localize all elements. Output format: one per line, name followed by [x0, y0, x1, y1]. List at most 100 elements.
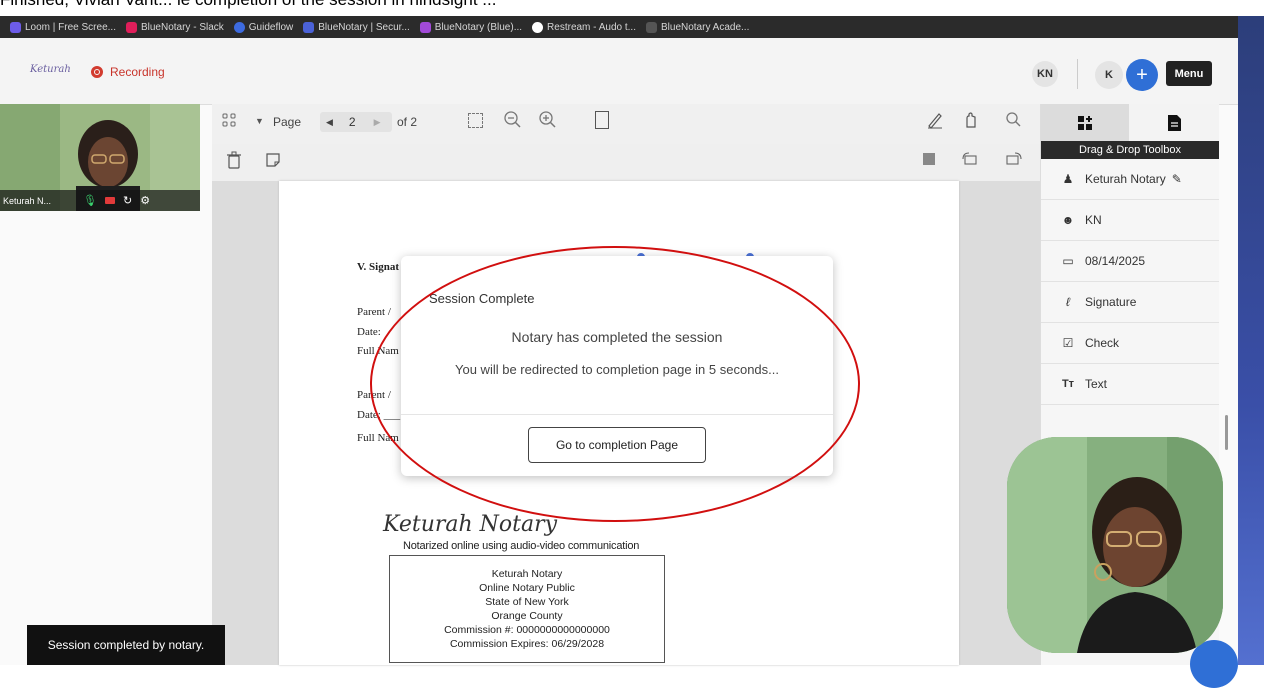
record-icon — [91, 66, 103, 78]
toolbox-item-initials[interactable]: ☻ KN — [1041, 200, 1219, 241]
checkbox-icon: ☑ — [1062, 336, 1074, 350]
recording-label: Recording — [110, 65, 165, 79]
select-area-icon[interactable] — [468, 113, 483, 128]
menu-button[interactable]: Menu — [1166, 61, 1212, 86]
bookmark-item[interactable]: Guideflow — [233, 21, 294, 33]
user-icon: ♟ — [1062, 172, 1074, 186]
bookmark-item[interactable]: BlueNotary Acade... — [645, 21, 750, 33]
self-view-image — [1007, 437, 1223, 653]
page-count: of 2 — [397, 115, 418, 129]
chat-button[interactable] — [1190, 640, 1238, 688]
bookmark-label: BlueNotary Acade... — [660, 21, 750, 33]
stamp-line: State of New York — [485, 596, 569, 608]
academy-icon — [645, 21, 657, 33]
self-view-video — [1007, 437, 1223, 653]
pdf-edit-toolbar — [212, 144, 1040, 182]
stamp-line: Online Notary Public — [479, 582, 575, 594]
calendar-icon: ▭ — [1062, 254, 1074, 268]
notary-stamp: Keturah Notary Online Notary Public Stat… — [389, 555, 665, 663]
pan-hand-icon[interactable] — [962, 111, 980, 129]
bookmark-item[interactable]: Restream - Audo t... — [532, 21, 636, 33]
participant-name: Keturah N... — [3, 195, 52, 206]
signature-icon: ℓ — [1066, 295, 1070, 309]
grid-plus-icon — [1078, 115, 1092, 130]
doc-line: Date: — [357, 326, 381, 338]
restream-icon — [532, 21, 544, 33]
text-icon: Tт — [1061, 378, 1075, 390]
camera-off-icon[interactable] — [104, 197, 115, 204]
header-divider — [1077, 59, 1078, 89]
next-page-icon[interactable]: ▶ — [374, 117, 381, 128]
chevron-down-icon[interactable]: ▼ — [255, 116, 264, 126]
pen-icon[interactable] — [926, 111, 944, 129]
toolbox-item-label: Check — [1085, 336, 1120, 350]
bookmarks-bar: Loom | Free Scree... BlueNotary - Slack … — [0, 16, 1264, 38]
toolbox-item-label: Keturah Notary — [1085, 172, 1166, 186]
scrollbar[interactable] — [1225, 415, 1228, 450]
toolbox-item-label: Text — [1085, 377, 1108, 391]
bookmark-item[interactable]: BlueNotary - Slack — [125, 21, 224, 33]
toolbox-item-text[interactable]: Tт Text — [1041, 364, 1219, 405]
stamp-line: Keturah Notary — [491, 568, 563, 580]
stamp-line: Commission #: 0000000000000000 — [444, 624, 610, 636]
loom-icon — [10, 21, 21, 33]
guideflow-icon — [233, 21, 245, 33]
annotation-ellipse — [370, 246, 860, 522]
zoom-out-icon[interactable] — [503, 110, 523, 130]
toast-notification: Session completed by notary. — [27, 625, 225, 665]
bookmark-label: Restream - Audo t... — [547, 21, 636, 33]
bluenotary-icon — [303, 21, 315, 33]
document-icon — [1167, 114, 1181, 131]
sticky-note-icon[interactable] — [265, 152, 281, 168]
search-icon[interactable] — [1005, 111, 1023, 129]
rotate-left-icon[interactable] — [960, 151, 980, 167]
zoom-in-icon[interactable] — [538, 110, 558, 130]
section-heading: V. Signat — [357, 261, 399, 273]
bookmark-label: Guideflow — [248, 21, 294, 33]
toolbox-item-notary-name[interactable]: ♟ Keturah Notary ✎ — [1041, 159, 1219, 200]
slack-icon — [125, 21, 137, 33]
toolbox-item-label: Signature — [1085, 295, 1137, 309]
toolbox-item-label: KN — [1085, 213, 1102, 227]
bookmark-item[interactable]: BlueNotary (Blue)... — [419, 21, 523, 33]
fit-page-icon[interactable] — [595, 111, 609, 129]
participant-controls: Keturah N... 🎙 ↻ ⚙ — [0, 190, 200, 211]
toolbox-item-date[interactable]: ▭ 08/14/2025 — [1041, 241, 1219, 282]
caption-text: Finished, Vivian Vant... le completion o… — [0, 0, 496, 10]
rotate-right-icon[interactable] — [1004, 151, 1024, 167]
tab-toolbox[interactable] — [1041, 104, 1129, 141]
edit-pencil-icon[interactable]: ✎ — [1172, 172, 1182, 186]
toolbox-item-label: 08/14/2025 — [1085, 254, 1146, 268]
caption-strip: Finished, Vivian Vant... le completion o… — [0, 0, 1264, 16]
gear-icon[interactable]: ⚙ — [140, 194, 150, 207]
bookmark-label: BlueNotary (Blue)... — [434, 21, 523, 33]
stamp-line: Commission Expires: 06/29/2028 — [449, 638, 605, 650]
account-circle-icon: ☻ — [1061, 213, 1075, 227]
bookmark-label: BlueNotary - Slack — [140, 21, 224, 33]
toolbox-item-signature[interactable]: ℓ Signature — [1041, 282, 1219, 323]
page-number-input[interactable]: 2 — [349, 115, 356, 129]
refresh-icon[interactable]: ↻ — [123, 194, 132, 207]
stamp-line: Orange County — [491, 610, 563, 622]
avatar-k[interactable]: K — [1095, 61, 1123, 89]
bookmark-item[interactable]: BlueNotary | Secur... — [303, 21, 410, 33]
figma-icon — [419, 21, 431, 33]
avatar-kn[interactable]: KN — [1032, 61, 1058, 87]
app-logo: Keturah — [30, 64, 71, 75]
thumbnails-icon[interactable] — [222, 113, 236, 127]
prev-page-icon[interactable]: ◀ — [326, 117, 333, 128]
bookmark-label: Loom | Free Scree... — [25, 21, 116, 33]
tab-documents[interactable] — [1129, 104, 1219, 141]
page-label: Page — [273, 115, 302, 129]
mic-icon[interactable]: 🎙 — [83, 194, 97, 207]
add-button[interactable]: + — [1126, 59, 1158, 91]
bookmark-label: BlueNotary | Secur... — [318, 21, 410, 33]
toolbox-title: Drag & Drop Toolbox — [1041, 141, 1219, 159]
desktop-background — [1238, 16, 1264, 665]
trash-icon[interactable] — [226, 151, 242, 169]
toolbox-item-check[interactable]: ☑ Check — [1041, 323, 1219, 364]
bookmark-item[interactable]: Loom | Free Scree... — [10, 21, 116, 33]
page-stepper[interactable]: ◀ 2 ▶ — [320, 112, 392, 132]
layers-icon[interactable] — [923, 153, 935, 165]
notarized-line: Notarized online using audio-video commu… — [403, 540, 640, 552]
